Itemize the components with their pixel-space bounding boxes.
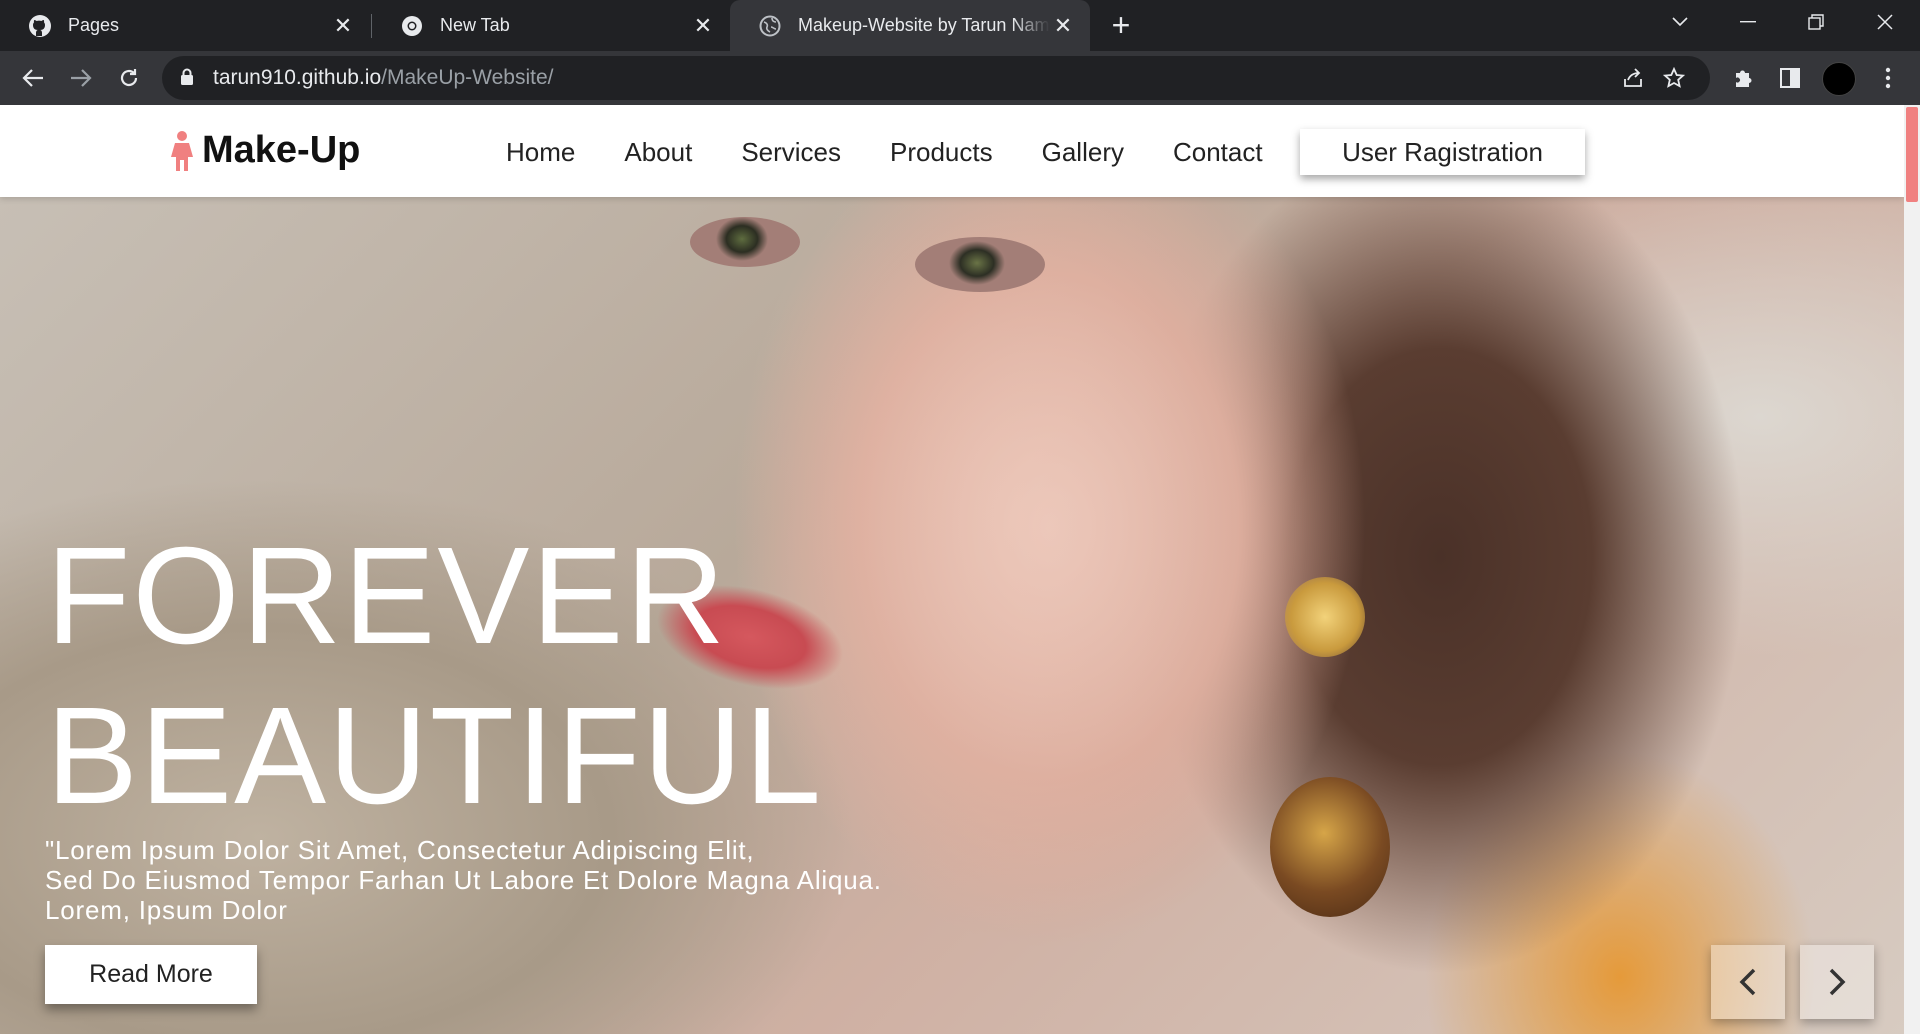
nav-products[interactable]: Products [890, 137, 993, 168]
url-path: /MakeUp-Website/ [381, 66, 554, 89]
hero-lead-line: Sed Do Eiusmod Tempor Farhan Ut Labore E… [45, 865, 882, 895]
hero-banner: FOREVER BEAUTIFUL "Lorem Ipsum Dolor Sit… [0, 197, 1904, 1034]
url-host: tarun910.github.io [213, 66, 382, 89]
tab-pages[interactable]: Pages ✕ [0, 0, 370, 51]
scrollbar-thumb[interactable] [1906, 107, 1918, 202]
nav-contact[interactable]: Contact [1173, 137, 1263, 168]
nav-about[interactable]: About [624, 137, 692, 168]
profile-avatar[interactable] [1822, 62, 1856, 96]
address-bar[interactable]: tarun910.github.io/MakeUp-Website/ [162, 56, 1710, 100]
minimize-button[interactable] [1718, 0, 1778, 44]
close-window-button[interactable] [1855, 0, 1915, 44]
slider-prev-button[interactable] [1711, 945, 1785, 1019]
kebab-menu-icon[interactable] [1873, 63, 1903, 93]
extensions-puzzle-icon[interactable] [1728, 63, 1758, 93]
brand-logo[interactable]: Make-Up [168, 129, 360, 172]
tab-title: New Tab [440, 15, 510, 35]
star-bookmark-icon[interactable] [1661, 65, 1687, 91]
hero-lead-line: "Lorem Ipsum Dolor Sit Amet, Consectetur… [45, 835, 755, 865]
slider-next-button[interactable] [1800, 945, 1874, 1019]
user-registration-button[interactable]: User Ragistration [1300, 129, 1585, 175]
tab-makeup-website[interactable]: Makeup-Website by Tarun Namdev ✕ [730, 0, 1090, 51]
site-navbar: Make-Up Home About Services Products Gal… [0, 105, 1904, 197]
share-icon[interactable] [1620, 65, 1646, 91]
chevron-left-icon [1739, 968, 1756, 996]
tab-title: Makeup-Website by Tarun Namdev [798, 15, 1050, 35]
new-tab-button[interactable]: + [1105, 9, 1137, 41]
hero-image-eye [915, 237, 1045, 292]
close-tab-icon[interactable]: ✕ [330, 13, 356, 39]
close-tab-icon[interactable]: ✕ [690, 13, 716, 39]
webpage: Make-Up Home About Services Products Gal… [0, 105, 1904, 1034]
lock-icon[interactable] [180, 68, 194, 91]
tab-title: Pages [68, 15, 120, 35]
page-scrollbar[interactable] [1904, 105, 1920, 1034]
url-text: tarun910.github.io/MakeUp-Website/ [213, 66, 553, 90]
hero-image-earring-flower [1285, 577, 1365, 657]
hero-headline-line1: FOREVER [46, 519, 728, 673]
reload-icon[interactable] [110, 59, 148, 97]
tab-search-icon[interactable] [1650, 0, 1710, 44]
globe-icon [758, 14, 782, 38]
hero-image-earring [1270, 777, 1390, 917]
hero-lead-line: Lorem, Ipsum Dolor [45, 895, 288, 925]
chrome-icon [400, 14, 424, 38]
forward-arrow-icon[interactable] [62, 59, 100, 97]
nav-home[interactable]: Home [506, 137, 575, 168]
browser-toolbar: tarun910.github.io/MakeUp-Website/ [0, 51, 1920, 105]
hero-image-eye [690, 217, 800, 267]
woman-icon [171, 130, 193, 171]
hero-headline-line2: BEAUTIFUL [46, 679, 824, 833]
main-menu: Home About Services Products Gallery Con… [506, 137, 1312, 168]
tab-strip: Pages ✕ New Tab ✕ Makeup-Website by Taru… [0, 0, 1920, 51]
read-more-button[interactable]: Read More [45, 945, 257, 1004]
close-tab-icon[interactable]: ✕ [1050, 13, 1076, 39]
back-arrow-icon[interactable] [14, 59, 52, 97]
brand-name: Make-Up [202, 129, 361, 171]
nav-services[interactable]: Services [741, 137, 841, 168]
restore-button[interactable] [1786, 0, 1846, 44]
hero-lead-text: "Lorem Ipsum Dolor Sit Amet, Consectetur… [45, 835, 945, 925]
github-icon [28, 14, 52, 38]
tab-new-tab[interactable]: New Tab ✕ [372, 0, 730, 51]
side-panel-icon[interactable] [1775, 63, 1805, 93]
chevron-right-icon [1829, 968, 1846, 996]
nav-gallery[interactable]: Gallery [1042, 137, 1124, 168]
